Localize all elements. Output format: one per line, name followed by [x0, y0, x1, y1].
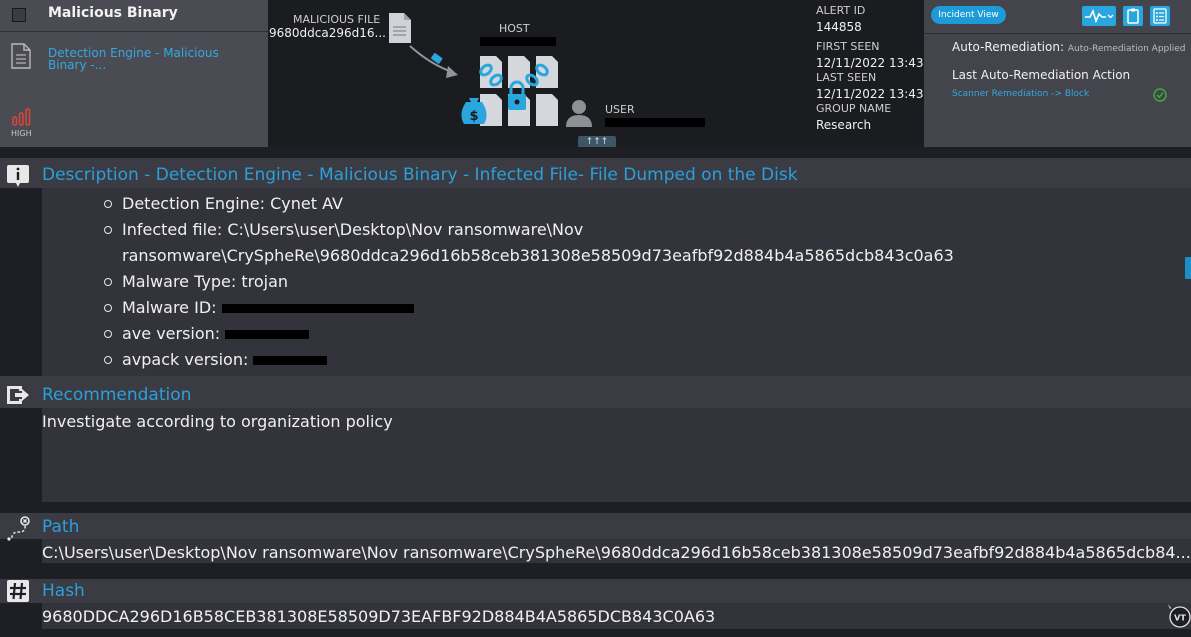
severity-bars-icon	[12, 108, 31, 126]
route-icon	[7, 516, 30, 541]
clipboard-icon	[1127, 8, 1139, 24]
avpack-version-redaction	[253, 356, 328, 365]
alert-title-row: Malicious Binary	[0, 0, 268, 32]
group-name-label: GROUP NAME	[816, 102, 892, 115]
auto-remediation-status: Auto-Remediation: Auto-Remediation Appli…	[952, 40, 1186, 54]
remediation-divider	[924, 33, 1191, 34]
avpack-version-text: avpack version:	[122, 350, 249, 369]
auto-remediation-label: Auto-Remediation:	[952, 40, 1065, 54]
malicious-file-value[interactable]: 9680ddca296d16...	[269, 26, 386, 40]
select-alert-checkbox[interactable]	[12, 8, 26, 22]
malware-id-redaction	[221, 304, 414, 313]
group-name-value: Research	[816, 118, 872, 132]
info-icon	[7, 165, 29, 187]
user-avatar-icon	[566, 100, 592, 127]
description-item: ave version:	[42, 321, 1182, 347]
user-redaction	[605, 118, 705, 127]
malware-type-text: Malware Type: trojan	[122, 272, 289, 291]
list-icon	[1153, 8, 1167, 24]
alert-info-panel: ALERT ID 144858 FIRST SEEN 12/11/2022 13…	[810, 0, 924, 147]
success-check-icon	[1153, 88, 1167, 102]
hash-icon	[7, 580, 29, 602]
malicious-file-icon	[389, 13, 411, 43]
alert-header: Malicious Binary Detection Engine - Mali…	[0, 0, 1191, 148]
last-action-link[interactable]: Scanner Remediation -> Block	[952, 89, 1089, 99]
first-seen-value: 12/11/2022 13:43	[816, 56, 924, 70]
alert-summary-panel: Malicious Binary Detection Engine - Mali…	[0, 0, 268, 147]
path-header	[0, 513, 1191, 539]
host-redaction	[480, 37, 556, 46]
alert-details[interactable]: Description - Detection Engine - Malicio…	[0, 147, 1191, 637]
activity-menu-button[interactable]	[1082, 6, 1116, 26]
activity-pulse-icon	[1085, 8, 1114, 24]
host-label: HOST	[499, 22, 530, 35]
description-list: Detection Engine: Cynet AV Infected file…	[42, 191, 1182, 373]
scrollbar-thumb[interactable]	[1185, 257, 1191, 279]
description-item: Malware Type: trojan	[42, 269, 1182, 295]
infected-file-path-text: ransomware\CrySpheRe\9680ddca296d16b58ce…	[122, 246, 954, 265]
exit-arrow-icon	[7, 386, 29, 404]
last-seen-label: LAST SEEN	[816, 71, 877, 84]
svg-text:VT: VT	[1174, 614, 1186, 623]
remediation-panel: Incident View Auto-Remediation: Auto-Rem…	[924, 0, 1191, 147]
ave-version-text: ave version:	[122, 324, 221, 343]
malicious-file-label: MALICIOUS FILE	[293, 13, 381, 26]
encrypted-files-icon: $	[461, 56, 558, 126]
recommendation-title: Recommendation	[42, 385, 192, 405]
incident-view-button[interactable]: Incident View	[931, 6, 1006, 24]
first-seen-label: FIRST SEEN	[816, 40, 880, 53]
list-view-button[interactable]	[1150, 6, 1170, 26]
ave-version-redaction	[225, 330, 310, 339]
detection-engine-text: Detection Engine: Cynet AV	[122, 194, 343, 213]
virustotal-icon[interactable]: VT	[1166, 603, 1191, 629]
last-seen-value: 12/11/2022 13:43	[816, 87, 924, 101]
description-item: Detection Engine: Cynet AV	[42, 191, 1182, 217]
severity-label: HIGH	[11, 129, 32, 138]
document-icon	[11, 43, 31, 69]
attack-graphic-panel: MALICIOUS FILE 9680ddca296d16... HOST $ …	[268, 0, 810, 148]
description-item: Malware ID:	[42, 295, 1182, 321]
path-text: C:\Users\user\Desktop\Nov ransomware\Nov…	[42, 543, 1191, 562]
description-title: Description - Detection Engine - Malicio…	[42, 165, 798, 185]
infected-file-text: Infected file: C:\Users\user\Desktop\Nov…	[122, 220, 584, 239]
alert-id-label: ALERT ID	[816, 4, 866, 17]
hash-text: 9680DDCA296D16B58CEB381308E58509D73EAFBF…	[42, 607, 716, 626]
alert-title: Malicious Binary	[48, 5, 178, 21]
description-item: avpack version:	[42, 347, 1182, 373]
last-action-label: Last Auto-Remediation Action	[952, 68, 1131, 82]
alert-id-value: 144858	[816, 20, 862, 34]
clipboard-button[interactable]	[1123, 6, 1143, 26]
svg-text:$: $	[469, 109, 478, 124]
path-title: Path	[42, 517, 80, 537]
hash-title: Hash	[42, 581, 85, 601]
auto-remediation-value: Auto-Remediation Applied	[1067, 44, 1186, 54]
hash-header	[0, 579, 1191, 603]
description-item-continued: ransomware\CrySpheRe\9680ddca296d16b58ce…	[42, 243, 1182, 269]
detection-engine-link[interactable]: Detection Engine - Malicious Binary -...	[48, 47, 228, 71]
recommendation-text: Investigate according to organization po…	[42, 412, 393, 431]
user-label: USER	[605, 103, 635, 116]
malware-id-text: Malware ID:	[122, 298, 217, 317]
description-item: Infected file: C:\Users\user\Desktop\Nov…	[42, 217, 1182, 243]
